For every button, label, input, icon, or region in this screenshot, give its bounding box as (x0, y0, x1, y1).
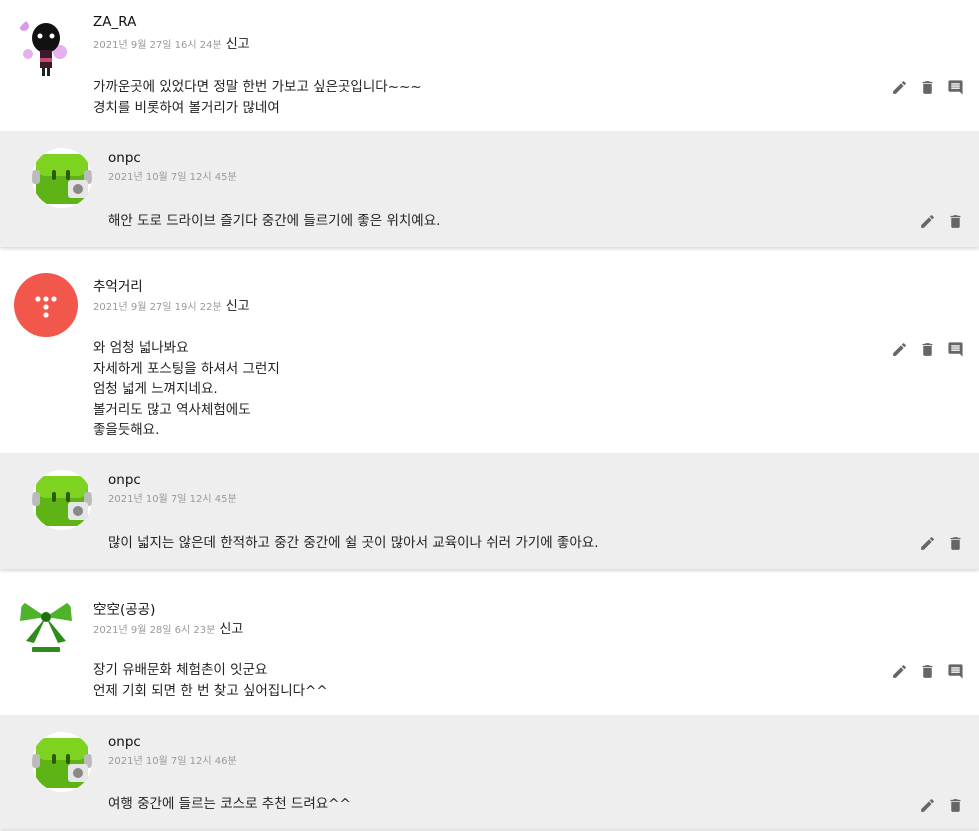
pencil-icon (920, 798, 934, 812)
comment-line: 경치를 비롯하여 볼거리가 많네여 (93, 99, 280, 116)
comment-line: 엄청 넓게 느껴지네요. (93, 381, 218, 397)
reply-button[interactable] (945, 661, 965, 681)
pencil-icon (892, 664, 906, 678)
trash-icon (922, 342, 932, 356)
comment-line: 자세하게 포스팅을 하셔서 그런지 (93, 360, 280, 377)
reply-button[interactable] (945, 339, 965, 359)
reply-body: 많이 넓지는 않은데 한적하고 중간 중간에 쉴 곳이 많아서 교육이나 쉬러 … (108, 533, 599, 554)
reply-actions (917, 795, 965, 815)
reply-line: 많이 넓지는 않은데 한적하고 중간 중간에 쉴 곳이 많아서 교육이나 쉬러 … (108, 535, 599, 551)
comment-line: 언제 기회 되면 한 번 찾고 싶어집니다^^ (93, 682, 328, 699)
trash-icon (950, 536, 960, 550)
comment-actions (889, 339, 965, 359)
avatar[interactable] (14, 273, 78, 337)
comment-actions (889, 661, 965, 681)
comment-icon (947, 341, 963, 357)
reply-line: 해안 도로 드라이브 즐기다 중간에 들르기에 좋은 위치예요. (108, 213, 441, 229)
comment-line: 장기 유배문화 체험촌이 잇군요 (93, 662, 268, 678)
delete-button[interactable] (917, 77, 937, 97)
comment-icon (947, 79, 963, 95)
report-link[interactable]: 신고 (226, 37, 250, 52)
reply-body: 해안 도로 드라이브 즐기다 중간에 들르기에 좋은 위치예요. (108, 211, 440, 232)
report-link[interactable]: 신고 (219, 622, 243, 637)
comment-author[interactable]: 空空(공공) (93, 598, 155, 618)
comment-line: 좋을듯해요. (93, 422, 160, 438)
comment-body: 가까운곳에 있었다면 정말 한번 가보고 싶은곳입니다~~~ 경치를 비롯하여 … (93, 77, 422, 118)
comment-body: 와 엄청 넓나봐요 자세하게 포스팅을 하셔서 그런지 엄청 넓게 느껴지네요.… (93, 338, 280, 441)
reply-author[interactable]: onpc (108, 472, 141, 488)
comment-author[interactable]: 추억거리 (93, 275, 143, 295)
delete-button[interactable] (945, 211, 965, 231)
comment-1: ZA_RA 2021년 9월 27일 16시 24분 신고 가까운곳에 있었다면 … (0, 0, 979, 131)
comment-meta: 2021년 9월 27일 19시 22분 신고 (93, 295, 250, 314)
comment-actions (889, 77, 965, 97)
edit-button[interactable] (917, 795, 937, 815)
trash-icon (922, 664, 932, 678)
reply-date: 2021년 10월 7일 12시 45분 (108, 494, 237, 505)
reply-date: 2021년 10월 7일 12시 45분 (108, 172, 237, 183)
pencil-icon (892, 80, 906, 94)
pencil-icon (892, 342, 906, 356)
trash-icon (950, 214, 960, 228)
reply-body: 여행 중간에 들르는 코스로 추천 드려요^^ (108, 794, 351, 815)
delete-button[interactable] (945, 795, 965, 815)
comment-line: 와 엄청 넓나봐요 (93, 340, 189, 356)
comment-date: 2021년 9월 27일 19시 22분 (93, 302, 222, 313)
comment-3: 空空(공공) 2021년 9월 28일 6시 23분 신고 장기 유배문화 체험촌… (0, 581, 979, 715)
comment-meta: 2021년 9월 28일 6시 23분 신고 (93, 618, 243, 637)
reply-author[interactable]: onpc (108, 150, 141, 166)
reply-actions (917, 533, 965, 553)
edit-button[interactable] (917, 533, 937, 553)
reply-button[interactable] (945, 77, 965, 97)
comment-body: 장기 유배문화 체험촌이 잇군요 언제 기회 되면 한 번 찾고 싶어집니다^^ (93, 660, 328, 701)
trash-icon (922, 80, 932, 94)
delete-button[interactable] (917, 661, 937, 681)
reply-1: onpc 2021년 10월 7일 12시 45분 해안 도로 드라이브 즐기다… (0, 131, 979, 247)
report-link[interactable]: 신고 (226, 299, 250, 314)
edit-button[interactable] (917, 211, 937, 231)
comment-2: 추억거리 2021년 9월 27일 19시 22분 신고 와 엄청 넓나봐요 자세… (0, 259, 979, 453)
delete-button[interactable] (945, 533, 965, 553)
comment-date: 2021년 9월 28일 6시 23분 (93, 625, 216, 636)
reply-author[interactable]: onpc (108, 734, 141, 750)
avatar[interactable] (32, 148, 92, 208)
comment-icon (947, 663, 963, 679)
pencil-icon (920, 214, 934, 228)
comment-date: 2021년 9월 27일 16시 24분 (93, 40, 222, 51)
reply-line: 여행 중간에 들르는 코스로 추천 드려요^^ (108, 796, 351, 812)
comment-author[interactable]: ZA_RA (93, 14, 136, 30)
reply-3: onpc 2021년 10월 7일 12시 46분 여행 중간에 들르는 코스로… (0, 715, 979, 829)
avatar[interactable] (14, 595, 78, 659)
avatar[interactable] (32, 732, 92, 792)
reply-date: 2021년 10월 7일 12시 46분 (108, 756, 237, 767)
edit-button[interactable] (889, 661, 909, 681)
avatar[interactable] (14, 14, 78, 78)
edit-button[interactable] (889, 77, 909, 97)
avatar[interactable] (32, 470, 92, 530)
reply-actions (917, 211, 965, 231)
edit-button[interactable] (889, 339, 909, 359)
comment-line: 볼거리도 많고 역사체험에도 (93, 401, 251, 418)
trash-icon (950, 798, 960, 812)
comment-line: 가까운곳에 있었다면 정말 한번 가보고 싶은곳입니다~~~ (93, 79, 422, 95)
pencil-icon (920, 536, 934, 550)
reply-2: onpc 2021년 10월 7일 12시 45분 많이 넓지는 않은데 한적하… (0, 453, 979, 569)
delete-button[interactable] (917, 339, 937, 359)
comment-meta: 2021년 9월 27일 16시 24분 신고 (93, 33, 250, 52)
